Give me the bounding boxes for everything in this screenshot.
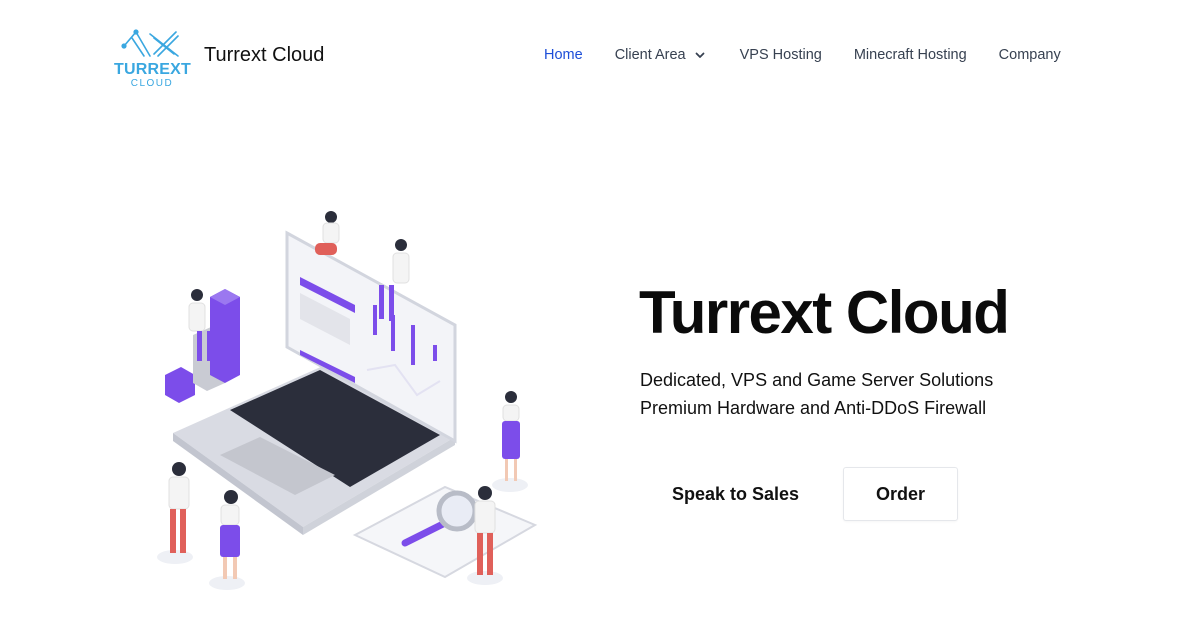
speak-to-sales-button[interactable]: Speak to Sales xyxy=(656,468,815,520)
chevron-down-icon xyxy=(695,52,705,58)
logo[interactable]: TURREXT CLOUD xyxy=(112,26,192,92)
order-button[interactable]: Order xyxy=(843,467,958,521)
network-cross-icon xyxy=(121,29,179,57)
shadow xyxy=(467,571,503,585)
logo-subtitle: CLOUD xyxy=(130,78,174,89)
hero-title: Turrext Cloud xyxy=(639,279,1010,346)
isometric-laptop-team-illustration xyxy=(157,211,538,590)
nav-home[interactable]: Home xyxy=(544,47,583,63)
nav-client-area[interactable]: Client Area xyxy=(615,47,706,63)
nav-client-area-label: Client Area xyxy=(614,47,686,63)
brand-name[interactable]: Turrext Cloud xyxy=(204,44,324,67)
site-header: TURREXT CLOUD Turrext Cloud Home Client … xyxy=(0,0,1200,110)
nav-vps-hosting[interactable]: VPS Hosting xyxy=(740,47,822,63)
person-on-bars xyxy=(188,289,212,361)
person-standing-right xyxy=(502,391,520,481)
main-nav: Home Client Area VPS Hosting Minecraft H… xyxy=(544,47,1061,63)
person-man-left xyxy=(168,462,190,553)
person-woman-left xyxy=(220,490,240,579)
hero-subtitle-line: Premium Hardware and Anti-DDoS Firewall xyxy=(640,398,987,418)
person-sitting-top xyxy=(315,211,340,255)
logo-wordmark: TURREXT xyxy=(114,61,191,78)
shadow xyxy=(492,478,528,492)
nav-company[interactable]: Company xyxy=(999,47,1061,63)
hero-subtitle: Dedicated, VPS and Game Server Solutions… xyxy=(640,366,993,422)
nav-minecraft-hosting[interactable]: Minecraft Hosting xyxy=(854,47,967,63)
hero-subtitle-line: Dedicated, VPS and Game Server Solutions xyxy=(640,370,994,390)
bar-block-small xyxy=(165,367,195,403)
person-magnifier xyxy=(474,486,496,575)
